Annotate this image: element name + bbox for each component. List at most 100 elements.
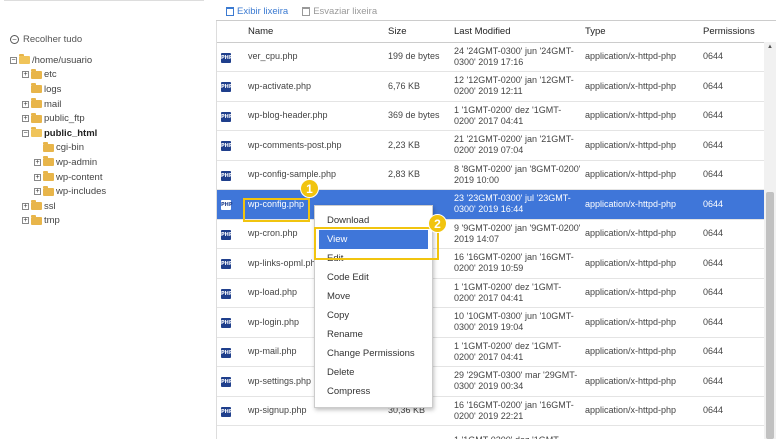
tree-node-tmp[interactable]: + tmp [22, 214, 106, 229]
file-list: Name Size Last Modified Type Permissions… [216, 21, 764, 439]
collapse-all-link[interactable]: − Recolher tudo [10, 34, 82, 45]
tree-node-wp-includes[interactable]: + wp-includes [34, 184, 106, 199]
table-row[interactable]: PHP wp-load.php 1 '1GMT-0200' dez '1GMT-… [217, 278, 764, 308]
show-trash-button[interactable]: Exibir lixeira [226, 6, 288, 17]
col-permissions-header[interactable]: Permissions [699, 21, 764, 43]
file-type: application/x-httpd-php [581, 219, 699, 249]
menu-item-delete[interactable]: Delete [315, 363, 432, 382]
expand-toggle-icon[interactable]: + [34, 158, 41, 166]
table-row[interactable]: PHP ver_cpu.php 199 de bytes 24 '24GMT-0… [217, 42, 764, 72]
file-permissions: 0644 [699, 248, 764, 279]
expand-toggle-icon[interactable]: + [22, 115, 29, 123]
tree-node-cgi-bin[interactable]: cgi-bin [34, 141, 106, 156]
file-size: 2,23 KB [384, 130, 450, 161]
file-name[interactable] [244, 425, 384, 439]
php-file-icon: PHP [221, 200, 233, 211]
folder-icon [31, 68, 42, 79]
tree-node-public-html[interactable]: − public_html [22, 126, 106, 141]
tree-node-label: ssl [44, 200, 56, 212]
php-file-icon: PHP [221, 229, 233, 240]
collapse-toggle-icon[interactable]: − [10, 56, 17, 64]
file-type [581, 425, 699, 439]
file-modified: 16 '16GMT-0200' jan '16GMT-0200' 2019 22… [450, 396, 581, 426]
trash-icon [226, 7, 234, 16]
table-row[interactable]: PHP wp-login.php 10 '10GMT-0300' jun '10… [217, 307, 764, 338]
folder-icon [31, 214, 42, 225]
callout-highlight-file [243, 198, 310, 222]
callout-highlight-view [314, 227, 439, 260]
tree-node-ssl[interactable]: + ssl [22, 199, 106, 214]
file-type: application/x-httpd-php [581, 101, 699, 131]
table-row[interactable]: PHP wp-comments-post.php 2,23 KB 21 '21G… [217, 130, 764, 161]
file-permissions [699, 425, 764, 439]
table-row[interactable]: 1 '1GMT-0200' dez '1GMT- [217, 425, 764, 439]
file-modified: 24 '24GMT-0300' jun '24GMT-0300' 2019 17… [450, 42, 581, 72]
tree-node-mail[interactable]: + mail [22, 97, 106, 112]
php-file-icon: PHP [221, 259, 233, 270]
menu-item-compress[interactable]: Compress [315, 382, 432, 401]
expand-toggle-icon[interactable]: + [34, 173, 41, 181]
tree-node-label: /home/usuario [32, 54, 93, 66]
col-modified-header[interactable]: Last Modified [450, 21, 581, 43]
expand-toggle-icon[interactable]: + [22, 217, 29, 225]
file-name[interactable]: wp-activate.php [244, 71, 384, 102]
scroll-thumb[interactable] [766, 192, 774, 439]
tree-node-wp-content[interactable]: + wp-content [34, 170, 106, 185]
collapse-toggle-icon[interactable]: − [22, 129, 29, 137]
file-modified: 1 '1GMT-0200' dez '1GMT-0200' 2017 04:41 [450, 337, 581, 367]
tree-node-public-ftp[interactable]: + public_ftp [22, 111, 106, 126]
table-row[interactable]: PHP wp-activate.php 6,76 KB 12 '12GMT-02… [217, 71, 764, 102]
menu-item-code-edit[interactable]: Code Edit [315, 268, 432, 287]
menu-item-rename[interactable]: Rename [315, 325, 432, 344]
php-file-icon: PHP [221, 288, 233, 299]
trash-icon [302, 7, 311, 16]
collapse-all-label: Recolher tudo [23, 34, 83, 45]
menu-item-copy[interactable]: Copy [315, 306, 432, 325]
table-row[interactable]: PHP wp-links-opml.php 16 '16GMT-0200' ja… [217, 248, 764, 279]
folder-icon [43, 185, 54, 196]
tree-node-root[interactable]: − /home/usuario [10, 53, 106, 68]
empty-trash-button[interactable]: Esvaziar lixeira [302, 6, 377, 17]
expand-toggle-icon[interactable]: + [22, 100, 29, 108]
file-name[interactable]: wp-comments-post.php [244, 130, 384, 161]
scroll-up-arrow-icon[interactable]: ▲ [764, 42, 776, 52]
vertical-scrollbar[interactable]: ▲ [764, 42, 776, 439]
file-size: 2,83 KB [384, 160, 450, 190]
table-row[interactable]: PHP wp-mail.php 1 '1GMT-0200' dez '1GMT-… [217, 337, 764, 367]
file-size [384, 425, 450, 439]
expand-toggle-icon[interactable]: + [34, 188, 41, 196]
table-row[interactable]: PHP wp-blog-header.php 369 de bytes 1 '1… [217, 101, 764, 131]
tree-node-label: public_html [44, 127, 98, 139]
php-file-icon: PHP [221, 318, 233, 329]
file-permissions: 0644 [699, 130, 764, 161]
file-modified: 16 '16GMT-0200' jan '16GMT-0200' 2019 10… [450, 248, 581, 279]
file-size: 6,76 KB [384, 71, 450, 102]
file-permissions: 0644 [699, 101, 764, 131]
tree-node-wp-admin[interactable]: + wp-admin [34, 155, 106, 170]
tree-node-label: wp-content [56, 171, 103, 183]
file-modified: 9 '9GMT-0200' jan '9GMT-0200' 2019 14:07 [450, 219, 581, 249]
file-permissions: 0644 [699, 160, 764, 190]
table-row[interactable]: PHP wp-signup.php 30,36 KB 16 '16GMT-020… [217, 396, 764, 426]
folder-icon [43, 171, 54, 182]
empty-trash-label: Esvaziar lixeira [313, 6, 378, 17]
expand-toggle-icon[interactable]: + [22, 71, 29, 79]
menu-item-change-permissions[interactable]: Change Permissions [315, 344, 432, 363]
table-row[interactable]: PHP wp-cron.php 9 '9GMT-0200' jan '9GMT-… [217, 219, 764, 249]
table-row[interactable]: PHP wp-config-sample.php 2,83 KB 8 '8GMT… [217, 160, 764, 190]
folder-icon [31, 98, 42, 109]
file-permissions: 0644 [699, 307, 764, 338]
col-type-header[interactable]: Type [581, 21, 699, 43]
menu-item-move[interactable]: Move [315, 287, 432, 306]
tree-node-logs[interactable]: logs [22, 82, 106, 97]
expand-toggle-icon[interactable]: + [22, 202, 29, 210]
file-permissions: 0644 [699, 219, 764, 249]
table-row[interactable]: PHP wp-settings.php 29 '29GMT-0300' mar … [217, 366, 764, 397]
col-size-header[interactable]: Size [384, 21, 450, 43]
tree-node-etc[interactable]: + etc [22, 68, 106, 83]
file-name[interactable]: wp-blog-header.php [244, 101, 384, 131]
col-name-header[interactable]: Name [244, 21, 384, 43]
file-modified: 1 '1GMT-0200' dez '1GMT-0200' 2017 04:41 [450, 278, 581, 308]
file-name[interactable]: ver_cpu.php [244, 42, 384, 72]
file-modified: 12 '12GMT-0200' jan '12GMT-0200' 2019 12… [450, 71, 581, 102]
